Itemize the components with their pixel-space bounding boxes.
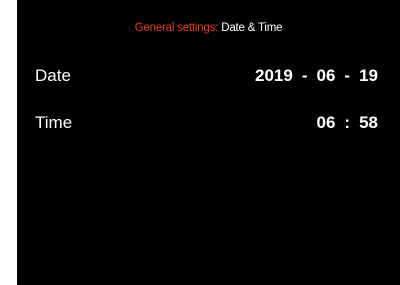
time-value[interactable]: 06:58: [316, 113, 378, 133]
date-separator: -: [344, 66, 351, 85]
header-section: General settings:: [134, 22, 219, 34]
header-page-title: Date & Time: [221, 22, 283, 34]
time-label: Time: [35, 113, 73, 132]
settings-screen: General settings: Date & Time Date 2019-…: [17, 0, 400, 285]
page-header: General settings: Date & Time: [17, 22, 400, 34]
time-minute[interactable]: 58: [359, 113, 378, 133]
date-separator: -: [301, 66, 308, 85]
date-month[interactable]: 06: [316, 66, 335, 86]
date-row[interactable]: Date 2019-06-19: [17, 66, 400, 96]
date-value[interactable]: 2019-06-19: [255, 66, 378, 86]
time-row[interactable]: Time 06:58: [17, 113, 400, 143]
date-label: Date: [35, 66, 71, 85]
date-year[interactable]: 2019: [255, 66, 293, 86]
time-separator: :: [344, 113, 351, 132]
date-day[interactable]: 19: [359, 66, 378, 86]
time-hour[interactable]: 06: [316, 113, 335, 133]
